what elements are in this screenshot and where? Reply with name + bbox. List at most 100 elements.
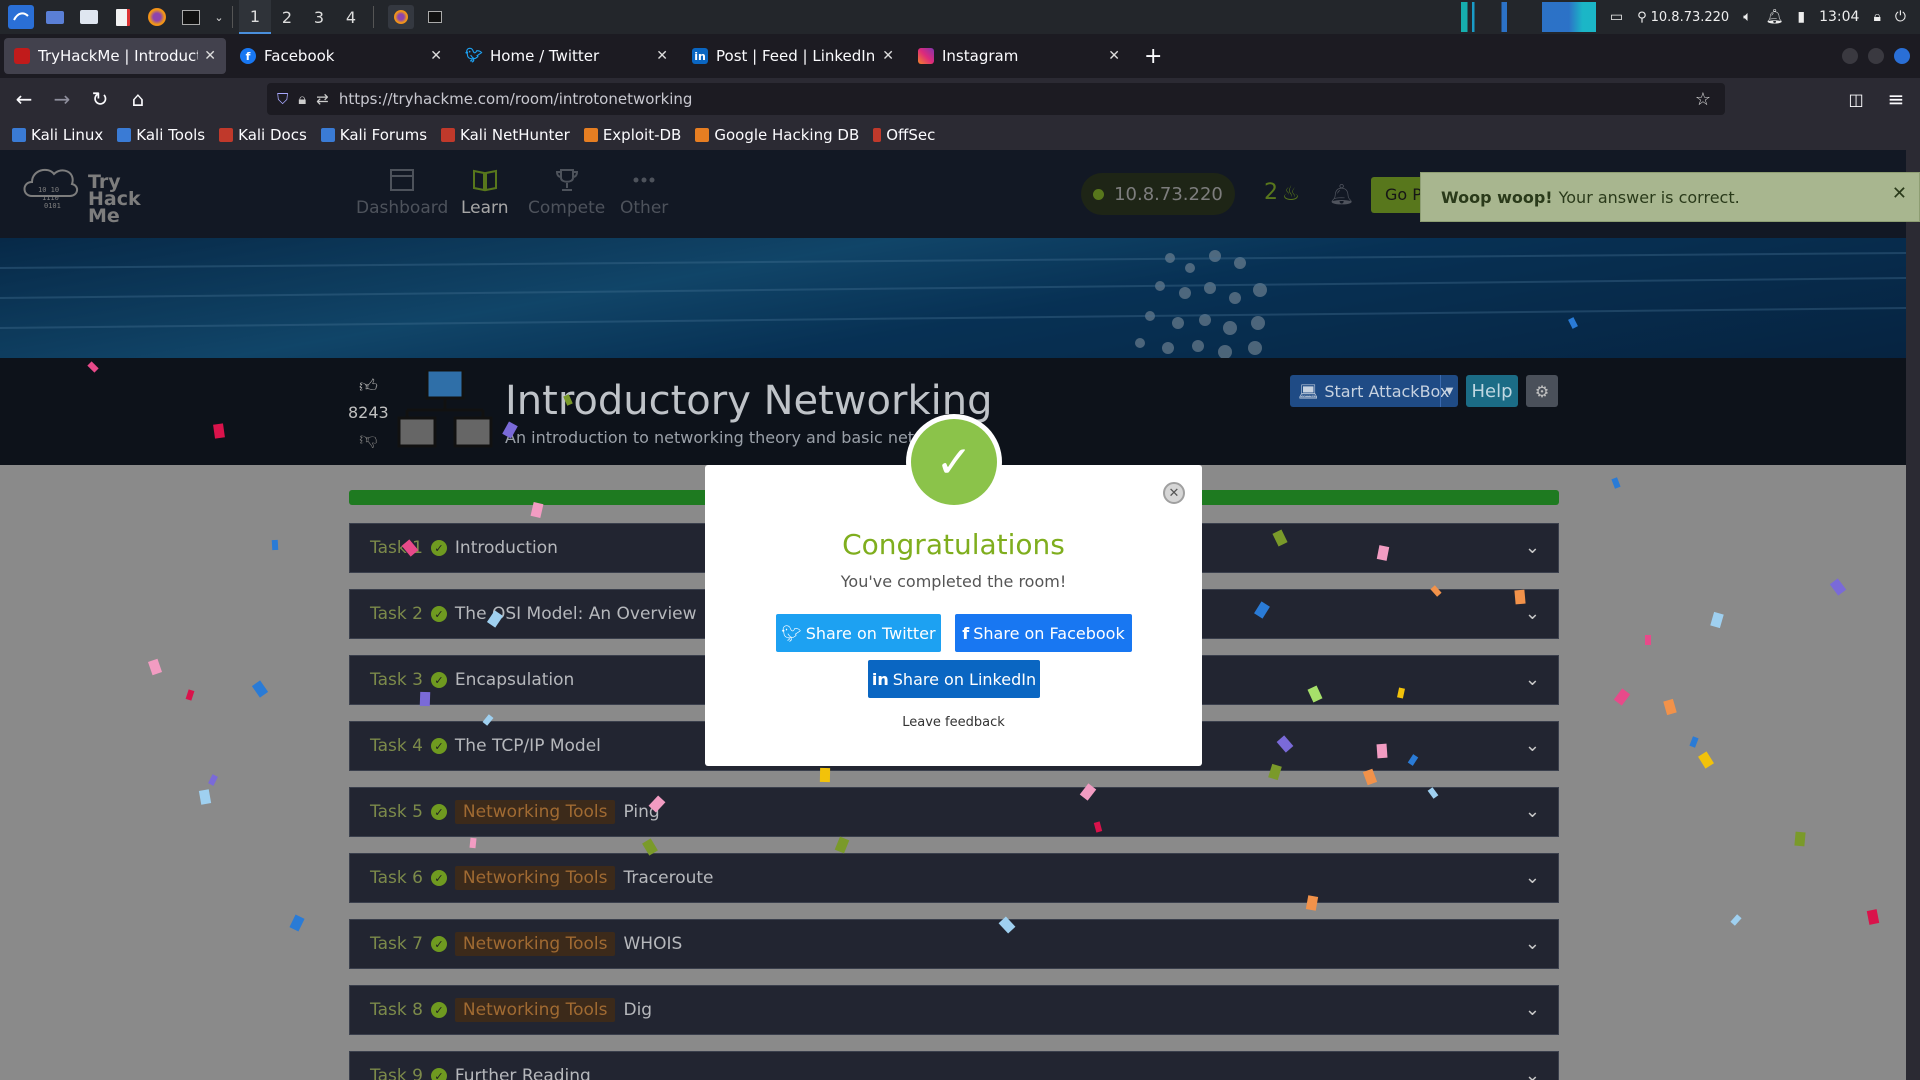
- bookmark-google-hacking-db[interactable]: Google Hacking DB: [695, 126, 859, 144]
- thumbs-up-icon[interactable]: 👍︎: [359, 375, 378, 397]
- facebook-icon: f: [962, 623, 970, 643]
- task-row[interactable]: Task 8 ✓ Networking Tools Dig ⌄: [349, 985, 1559, 1035]
- task-row[interactable]: Task 7 ✓ Networking Tools WHOIS ⌄: [349, 919, 1559, 969]
- shield-icon[interactable]: ⛉: [277, 90, 288, 108]
- url-bar[interactable]: ⛉ 🔒︎ ⇄ https://tryhackme.com/room/introt…: [267, 83, 1725, 115]
- bookmark-kali-tools[interactable]: Kali Tools: [117, 126, 205, 144]
- close-tab-icon[interactable]: ✕: [430, 48, 442, 64]
- chevron-down-icon[interactable]: ⌄: [1525, 537, 1540, 558]
- bookmark-exploit-db[interactable]: Exploit-DB: [583, 126, 681, 144]
- chevron-down-icon[interactable]: ⌄: [1525, 1065, 1540, 1080]
- terminal-window-icon[interactable]: [422, 5, 448, 29]
- page-scrollbar[interactable]: [1906, 150, 1920, 1080]
- terminal-icon[interactable]: [178, 5, 204, 29]
- room-title: Introductory Networking: [505, 378, 993, 424]
- success-toast: Woop woop! Your answer is correct. ✕: [1420, 172, 1920, 222]
- clock[interactable]: 13:04: [1819, 9, 1859, 25]
- thumbs-down-icon[interactable]: 👎︎: [359, 428, 377, 450]
- chevron-down-icon[interactable]: ⌄: [1525, 603, 1540, 624]
- offsec-icon: [873, 128, 882, 142]
- workspace-1[interactable]: 1: [239, 0, 271, 34]
- home-icon[interactable]: ⌂: [120, 81, 156, 117]
- chevron-down-icon[interactable]: ⌄: [1525, 999, 1540, 1020]
- volume-icon[interactable]: 🔈︎: [1743, 9, 1751, 25]
- workspace-4[interactable]: 4: [335, 0, 367, 34]
- chevron-down-icon[interactable]: ⌄: [1525, 867, 1540, 888]
- lock-icon[interactable]: 🔒︎: [298, 90, 306, 108]
- lock-icon[interactable]: 🔒︎: [1873, 9, 1880, 25]
- back-icon[interactable]: ←: [6, 81, 42, 117]
- dropdown-caret-icon[interactable]: ▼: [1440, 375, 1458, 407]
- bookmark-offsec[interactable]: OffSec: [873, 126, 935, 144]
- firefox-window-icon[interactable]: [388, 5, 414, 29]
- task-row[interactable]: Task 6 ✓ Networking Tools Traceroute ⌄: [349, 853, 1559, 903]
- desktop-icon[interactable]: [42, 5, 68, 29]
- forward-icon[interactable]: →: [44, 81, 80, 117]
- confetti-piece: [185, 689, 195, 701]
- checkmark-icon: ✓: [430, 738, 447, 754]
- reload-icon[interactable]: ↻: [82, 81, 118, 117]
- minimize-icon[interactable]: [1842, 48, 1858, 64]
- file-manager-icon[interactable]: [76, 5, 102, 29]
- confetti-piece: [819, 767, 831, 783]
- help-button[interactable]: Help: [1466, 375, 1518, 407]
- close-tab-icon[interactable]: ✕: [1108, 48, 1120, 64]
- room-votes: 👍︎ 8243 👎︎: [348, 375, 389, 450]
- bookmark-kali-linux[interactable]: Kali Linux: [12, 126, 103, 144]
- share-twitter-button[interactable]: 🐦︎ Share on Twitter: [776, 614, 941, 652]
- close-tab-icon[interactable]: ✕: [882, 48, 894, 64]
- workspace-2[interactable]: 2: [271, 0, 303, 34]
- kali-menu-icon[interactable]: [8, 5, 34, 29]
- firefox-icon[interactable]: [144, 5, 170, 29]
- chevron-down-icon[interactable]: ⌄: [1525, 669, 1540, 690]
- start-attackbox-button[interactable]: 💻︎ Start AttackBox ▼: [1290, 375, 1458, 407]
- power-icon[interactable]: ⏻: [1895, 9, 1906, 25]
- notification-bell-icon[interactable]: 🔔︎: [1766, 9, 1784, 25]
- bookmark-kali-docs[interactable]: Kali Docs: [219, 126, 307, 144]
- close-icon[interactable]: ✕: [1892, 183, 1907, 204]
- confetti-piece: [469, 837, 477, 849]
- text-editor-icon[interactable]: [110, 5, 136, 29]
- chevron-down-icon[interactable]: ⌄: [1525, 735, 1540, 756]
- tab-linkedin[interactable]: in Post | Feed | LinkedIn ✕: [682, 38, 904, 74]
- battery-icon[interactable]: ▮: [1797, 9, 1805, 25]
- task-row[interactable]: Task 9 ✓ Further Reading ⌄: [349, 1051, 1559, 1080]
- url-text[interactable]: https://tryhackme.com/room/introtonetwor…: [339, 90, 693, 108]
- success-badge: ✓: [906, 414, 1002, 510]
- os-taskbar: ⌄ 1 2 3 4 ▭ ⚲ 10.8.73.220 🔈︎ 🔔︎ ▮ 13:04 🔒…: [0, 0, 1920, 34]
- kali-icon: [12, 128, 26, 142]
- bookmark-kali-nethunter[interactable]: Kali NetHunter: [441, 126, 570, 144]
- tab-tryhackme[interactable]: TryHackMe | Introductory ✕: [4, 38, 226, 74]
- confetti-piece: [1794, 831, 1806, 847]
- close-window-icon[interactable]: [1894, 48, 1910, 64]
- tab-instagram[interactable]: Instagram ✕: [908, 38, 1130, 74]
- menu-icon[interactable]: ≡: [1878, 81, 1914, 117]
- task-row[interactable]: Task 5 ✓ Networking Tools Ping ⌄: [349, 787, 1559, 837]
- share-linkedin-button[interactable]: in Share on LinkedIn: [868, 660, 1040, 698]
- chevron-down-icon[interactable]: ⌄: [1525, 801, 1540, 822]
- workspace-3[interactable]: 3: [303, 0, 335, 34]
- new-tab-icon[interactable]: +: [1144, 44, 1162, 69]
- tab-facebook[interactable]: f Facebook ✕: [230, 38, 452, 74]
- permissions-icon[interactable]: ⇄: [316, 90, 329, 108]
- task-tag: Networking Tools: [454, 932, 616, 956]
- chevron-down-icon[interactable]: ⌄: [1525, 933, 1540, 954]
- settings-gear-icon[interactable]: ⚙: [1526, 375, 1558, 407]
- browser-nav-bar: ← → ↻ ⌂ ⛉ 🔒︎ ⇄ https://tryhackme.com/roo…: [0, 78, 1920, 120]
- maximize-icon[interactable]: [1868, 48, 1884, 64]
- kali-forums-icon: [320, 128, 335, 142]
- close-tab-icon[interactable]: ✕: [204, 48, 216, 64]
- close-icon[interactable]: ✕: [1163, 482, 1185, 504]
- pocket-icon[interactable]: ◫: [1838, 81, 1874, 117]
- bookmark-star-icon[interactable]: ☆: [1695, 89, 1711, 110]
- chevron-down-icon[interactable]: ⌄: [212, 5, 226, 29]
- bookmark-kali-forums[interactable]: Kali Forums: [320, 126, 427, 144]
- close-tab-icon[interactable]: ✕: [656, 48, 668, 64]
- task-tag: Networking Tools: [454, 998, 616, 1022]
- tab-twitter[interactable]: 🐦︎ Home / Twitter ✕: [456, 38, 678, 74]
- leave-feedback-link[interactable]: Leave feedback: [705, 715, 1202, 730]
- system-tray: ▭ ⚲ 10.8.73.220 🔈︎ 🔔︎ ▮ 13:04 🔒︎ ⏻: [1460, 0, 1920, 34]
- share-facebook-button[interactable]: f Share on Facebook: [955, 614, 1132, 652]
- browser-tab-bar: TryHackMe | Introductory ✕ f Facebook ✕ …: [0, 34, 1920, 78]
- screen-icon[interactable]: ▭: [1610, 9, 1623, 25]
